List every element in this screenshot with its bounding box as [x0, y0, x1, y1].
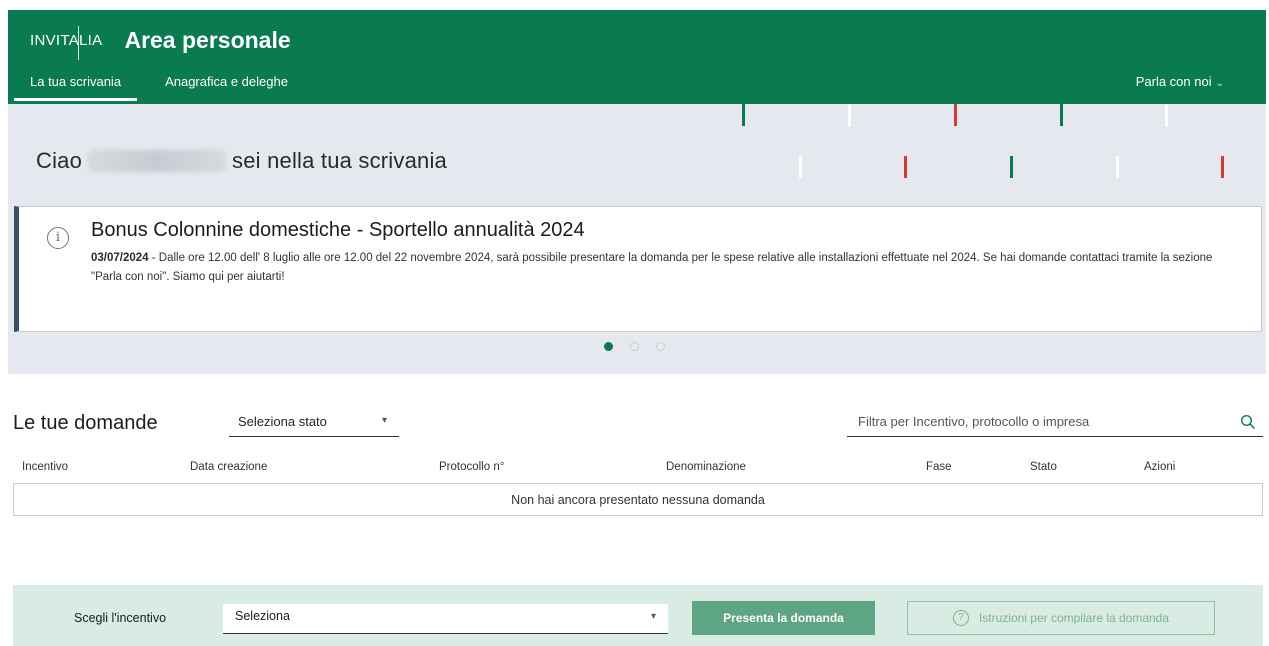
decor-tick: [1221, 156, 1224, 178]
col-fase[interactable]: Fase: [926, 461, 952, 473]
area-title: Area personale: [124, 26, 291, 53]
incentive-select[interactable]: Seleziona ▾: [223, 604, 668, 634]
col-incentivo[interactable]: Incentivo: [22, 461, 68, 473]
invitalia-logo[interactable]: INVITALIA: [30, 25, 103, 60]
decor-tick: [799, 156, 802, 178]
col-azioni: Azioni: [1144, 461, 1176, 473]
decor-tick: [1116, 156, 1119, 178]
welcome-prefix: Ciao: [36, 148, 83, 173]
brand: INVITALIA Area personale: [30, 24, 291, 60]
caret-down-icon: ▾: [650, 611, 656, 622]
empty-table-row: Non hai ancora presentato nessuna domand…: [13, 483, 1263, 516]
blurred-username: [88, 150, 227, 172]
decor-tick: [1060, 104, 1063, 126]
decor-tick: [848, 104, 851, 126]
decor-tick: [1010, 156, 1013, 178]
empty-message: Non hai ancora presentato nessuna domand…: [511, 492, 765, 507]
carousel-dots: [604, 342, 665, 351]
welcome-suffix: sei nella tua scrivania: [232, 148, 447, 173]
chevron-down-icon: ⌄: [1215, 78, 1224, 89]
nav-scrivania[interactable]: La tua scrivania: [14, 72, 138, 101]
page: INVITALIA Area personale La tua scrivani…: [0, 0, 1269, 646]
carousel-dot-3[interactable]: [656, 342, 665, 351]
main-nav: La tua scrivania Anagrafica e deleghe: [14, 72, 316, 101]
caret-down-icon: ▾: [381, 415, 387, 426]
col-protocollo[interactable]: Protocollo n°: [439, 461, 504, 473]
table-header: Incentivo Data creazione Protocollo n° D…: [13, 458, 1263, 482]
parla-label: Parla con noi: [1135, 74, 1212, 89]
top-header: INVITALIA Area personale La tua scrivani…: [8, 10, 1266, 104]
col-data-creazione[interactable]: Data creazione: [190, 461, 267, 473]
announcement-title: Bonus Colonnine domestiche - Sportello a…: [91, 219, 585, 241]
logo-divider: [78, 25, 79, 60]
question-icon: ?: [952, 610, 969, 626]
carousel-dot-2[interactable]: [630, 342, 639, 351]
incentive-bar: Scegli l'incentivo Seleziona ▾ Presenta …: [13, 585, 1263, 646]
stato-select[interactable]: Seleziona stato ▾: [229, 411, 399, 437]
announcement-text: - Dalle ore 12.00 dell' 8 luglio alle or…: [91, 252, 1213, 283]
decor-tick: [742, 104, 745, 126]
announcement-body: 03/07/2024 - Dalle ore 12.00 dell' 8 lug…: [91, 249, 1231, 287]
presenta-domanda-button[interactable]: Presenta la domanda: [692, 601, 875, 635]
istruzioni-label: Istruzioni per compilare la domanda: [978, 611, 1170, 625]
search-icon[interactable]: [1240, 414, 1256, 430]
logo-text: INVITALIA: [30, 31, 103, 49]
announcement-date: 03/07/2024: [91, 252, 149, 264]
decor-tick: [1165, 104, 1168, 126]
carousel-dot-1[interactable]: [604, 342, 613, 351]
stato-select-value: Seleziona stato: [238, 414, 327, 429]
nav-anagrafica[interactable]: Anagrafica e deleghe: [165, 72, 288, 101]
col-stato[interactable]: Stato: [1030, 461, 1057, 473]
parla-con-noi-menu[interactable]: Parla con noi ⌄: [1136, 74, 1224, 89]
announcement-card: i Bonus Colonnine domestiche - Sportello…: [14, 206, 1262, 332]
info-icon: i: [47, 227, 69, 249]
col-denominazione[interactable]: Denominazione: [666, 461, 746, 473]
decor-tick: [904, 156, 907, 178]
incentive-label: Scegli l'incentivo: [74, 611, 167, 625]
search-input[interactable]: [847, 411, 1227, 429]
welcome-message: Ciao sei nella tua scrivania: [36, 148, 447, 174]
decor-tick: [954, 104, 957, 126]
search-field[interactable]: [847, 411, 1263, 437]
istruzioni-button[interactable]: ? Istruzioni per compilare la domanda: [907, 601, 1215, 635]
welcome-band: Ciao sei nella tua scrivania i Bonus Col…: [8, 104, 1266, 374]
incentive-select-value: Seleziona: [235, 609, 290, 623]
domande-title: Le tue domande: [13, 412, 158, 434]
